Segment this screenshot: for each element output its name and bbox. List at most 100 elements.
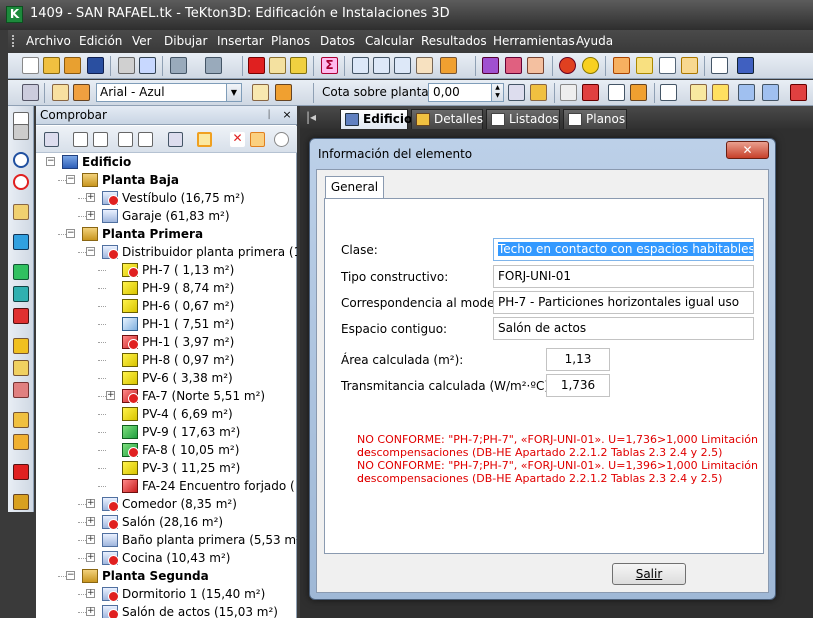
stair-tool-icon[interactable] — [13, 412, 29, 428]
spin-arrows-icon[interactable]: ▲ ▼ — [491, 84, 503, 101]
highlight-icon[interactable] — [712, 84, 729, 101]
tab-planos[interactable]: Planos — [563, 109, 627, 129]
north-compass-icon[interactable] — [13, 152, 29, 168]
espacio-field[interactable]: Salón de actos — [493, 317, 754, 340]
tree-collapse-icon[interactable]: − — [46, 157, 55, 166]
zoom-in-icon[interactable] — [373, 57, 390, 74]
tree-expand-icon[interactable]: + — [86, 517, 95, 526]
tree-group-row[interactable]: − Planta Segunda — [36, 567, 297, 585]
box-view-icon[interactable] — [681, 57, 698, 74]
sum-icon[interactable]: Σ — [321, 57, 338, 74]
tree-expand-icon[interactable]: + — [86, 553, 95, 562]
tree-item-row[interactable]: PH-7 ( 1,13 m²) — [36, 261, 297, 279]
view-options-icon[interactable] — [440, 57, 457, 74]
transmitancia-field[interactable]: 1,736 — [546, 374, 610, 397]
select-cross-icon[interactable] — [762, 84, 779, 101]
ramp-tool-icon[interactable] — [13, 434, 29, 450]
stack-icon[interactable] — [737, 57, 754, 74]
select-region-icon[interactable] — [197, 132, 212, 147]
area-field[interactable]: 1,13 — [546, 348, 610, 371]
zoom-out-icon[interactable] — [394, 57, 411, 74]
render-sphere-icon[interactable] — [559, 57, 576, 74]
font-style-select[interactable]: Arial - Azul ▼ — [96, 83, 242, 102]
tree-expand-icon[interactable]: + — [86, 211, 95, 220]
tree-item-row[interactable]: + Salón de actos (15,03 m²) — [36, 603, 297, 618]
undo-red-icon[interactable] — [790, 84, 807, 101]
menu-planos[interactable]: Planos — [271, 30, 310, 52]
cota-input[interactable]: 0,00 ▲ ▼ — [428, 83, 504, 102]
tree-item-row[interactable]: + Garaje (61,83 m²) — [36, 207, 297, 225]
wall-tool-icon[interactable] — [13, 234, 29, 250]
report-icon[interactable] — [168, 132, 183, 147]
ortho-icon[interactable] — [608, 84, 625, 101]
pin-icon[interactable]: ᛁ — [262, 107, 276, 123]
menu-calcular[interactable]: Calcular — [365, 30, 414, 52]
text-icon[interactable] — [711, 57, 728, 74]
open-recent-icon[interactable] — [64, 57, 81, 74]
door-tool-icon[interactable] — [13, 338, 29, 354]
locate-icon[interactable] — [250, 132, 265, 147]
partition-tool-icon[interactable] — [13, 286, 29, 302]
open-folder-icon[interactable] — [43, 57, 60, 74]
level-move-icon[interactable] — [530, 84, 547, 101]
tree-expand-icon[interactable]: + — [86, 607, 95, 616]
delete-icon[interactable] — [248, 57, 265, 74]
slab-tool-icon[interactable] — [13, 264, 29, 280]
tree-expand-icon[interactable]: + — [86, 499, 95, 508]
target-icon[interactable] — [13, 174, 29, 190]
menu-herramientas[interactable]: Herramientas — [493, 30, 575, 52]
tree-item-row[interactable]: PH-9 ( 8,74 m²) — [36, 279, 297, 297]
tree-group-row[interactable]: − Planta Primera — [36, 225, 297, 243]
tree-expand-icon[interactable]: + — [106, 391, 115, 400]
save-icon[interactable] — [87, 57, 104, 74]
new-file-icon[interactable] — [22, 57, 39, 74]
search-icon[interactable] — [274, 132, 289, 147]
collapse-all-icon[interactable] — [93, 132, 108, 147]
tree-item-row[interactable]: + Dormitorio 1 (15,40 m²) — [36, 585, 297, 603]
floor-tool-icon[interactable] — [13, 204, 29, 220]
snap-icon[interactable] — [582, 84, 599, 101]
select-tool-icon[interactable] — [13, 124, 29, 140]
tree-item-row[interactable]: PV-6 ( 3,38 m²) — [36, 369, 297, 387]
tree-item-row[interactable]: FA-8 ( 10,05 m²) — [36, 441, 297, 459]
tab-nav-first-icon[interactable]: |◂ — [306, 110, 316, 124]
tree-group-row[interactable]: − Planta Baja — [36, 171, 297, 189]
menu-insertar[interactable]: Insertar — [217, 30, 264, 52]
dialog-close-button[interactable]: ✕ — [726, 141, 769, 159]
tree-item-row[interactable]: PH-8 ( 0,97 m²) — [36, 351, 297, 369]
annotate-icon[interactable] — [690, 84, 707, 101]
style-brush-icon[interactable] — [73, 84, 90, 101]
tree-collapse-icon[interactable]: − — [86, 247, 95, 256]
undo-icon[interactable] — [170, 57, 187, 74]
tree-item-row[interactable]: PH-1 ( 3,97 m²) — [36, 333, 297, 351]
window-tool-icon[interactable] — [13, 360, 29, 376]
menu-edicion[interactable]: Edición — [79, 30, 122, 52]
edit-icon[interactable] — [269, 57, 286, 74]
tree-collapse-icon[interactable]: − — [66, 571, 75, 580]
level-calc-icon[interactable] — [508, 84, 525, 101]
angle-icon[interactable] — [630, 84, 647, 101]
tree-expand-icon[interactable]: + — [86, 193, 95, 202]
salir-button[interactable]: Salir — [612, 563, 686, 585]
layers-icon[interactable] — [482, 57, 499, 74]
close-icon[interactable]: × — [280, 107, 294, 123]
delete-icon[interactable]: ✕ — [230, 132, 245, 147]
tree-item-row[interactable]: FA-24 Encuentro forjado ( 2,07 — [36, 477, 297, 495]
3d-view-icon[interactable] — [659, 57, 676, 74]
sun-icon[interactable] — [582, 57, 599, 74]
menu-datos[interactable]: Datos — [320, 30, 355, 52]
expand-all-icon[interactable] — [73, 132, 88, 147]
roof-tool-icon[interactable] — [13, 308, 29, 324]
tree-collapse-icon[interactable]: − — [66, 175, 75, 184]
tab-general[interactable]: General — [325, 176, 384, 199]
tipo-field[interactable]: FORJ-UNI-01 — [493, 265, 754, 288]
tab-detalles[interactable]: Detalles — [411, 109, 483, 129]
zoom-icon[interactable] — [352, 57, 369, 74]
tree-group-row[interactable]: − Edificio — [36, 153, 297, 171]
check-icon[interactable] — [44, 132, 59, 147]
menu-ver[interactable]: Ver — [132, 30, 152, 52]
install-tool-icon[interactable] — [13, 464, 29, 480]
grid-icon[interactable] — [560, 84, 577, 101]
dimension-icon[interactable] — [660, 84, 677, 101]
wall-view-icon[interactable] — [636, 57, 653, 74]
